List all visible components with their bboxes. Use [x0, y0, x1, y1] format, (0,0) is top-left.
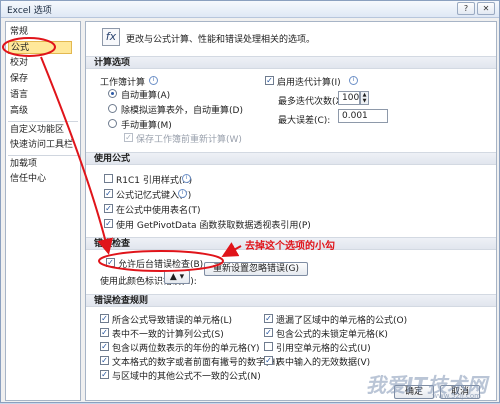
annotation-overlay [2, 37, 242, 272]
highlight-circle-formulas [2, 37, 56, 57]
excel-options-window: Excel 选项 ? ✕ 常规 公式 校对 保存 语言 高级 自定义功能区 快速… [0, 0, 500, 403]
highlight-circle-checkbox [98, 250, 224, 272]
watermark-url: www.52ij.com [432, 392, 481, 400]
arrow-from-note [221, 242, 242, 257]
annotation-note: 去掉这个选项的小勾 [245, 241, 335, 252]
arrow-to-checkbox [40, 56, 113, 255]
